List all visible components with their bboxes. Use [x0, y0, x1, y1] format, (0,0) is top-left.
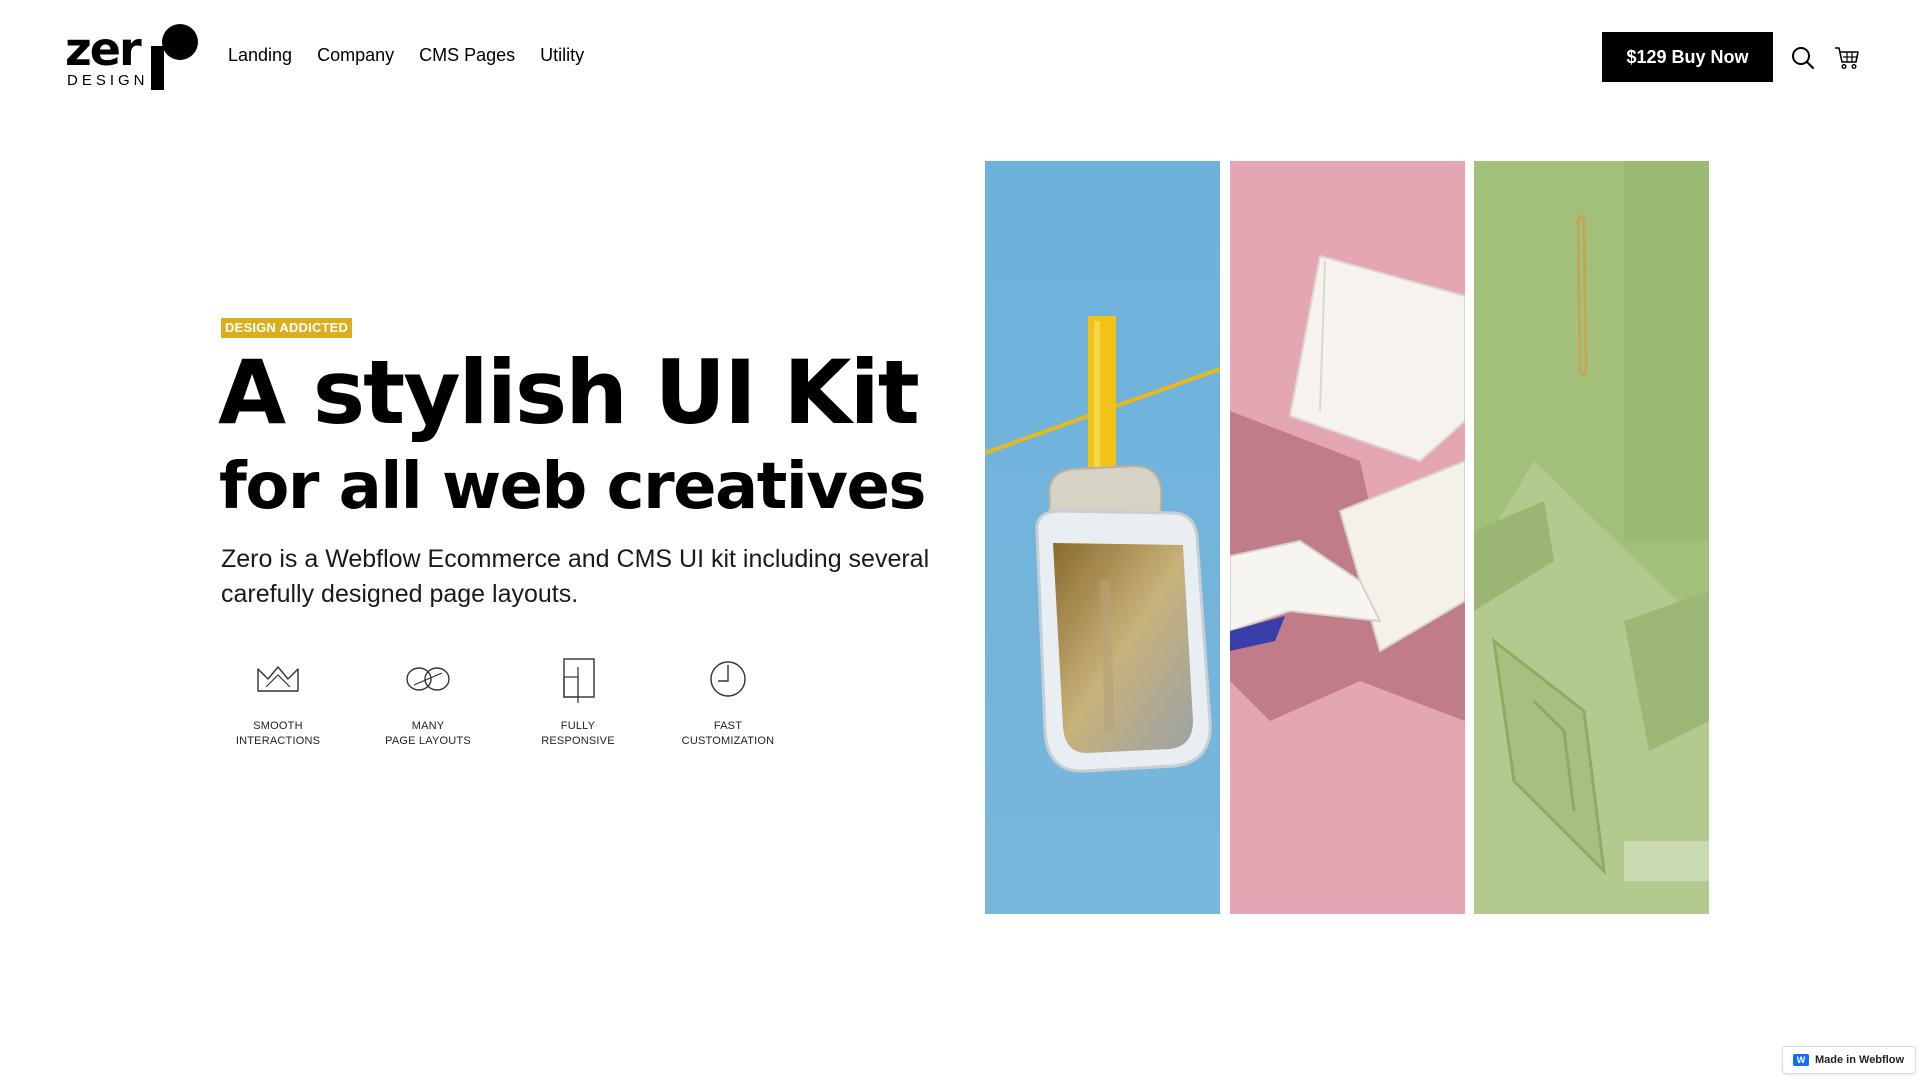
- responsive-icon: [554, 655, 602, 703]
- nav-landing[interactable]: Landing: [228, 45, 292, 66]
- nav-utility[interactable]: Utility: [540, 45, 584, 66]
- feature-fast-customization: FAST CUSTOMIZATION: [653, 655, 803, 749]
- webflow-icon: W: [1793, 1054, 1809, 1066]
- page: zer DESIGN Landing Company CMS Pages Uti…: [0, 0, 1920, 1080]
- hero-title: A stylish UI Kit: [218, 341, 920, 444]
- logo[interactable]: zer DESIGN: [65, 22, 198, 90]
- search-icon[interactable]: [1789, 44, 1817, 72]
- feature-label: MANY PAGE LAYOUTS: [385, 720, 471, 747]
- paper-clip-image: [1474, 161, 1709, 914]
- logo-stem: [151, 46, 164, 90]
- cart-icon[interactable]: [1833, 44, 1861, 72]
- feature-list: SMOOTH INTERACTIONS MANY PAGE LAYOUTS FU…: [203, 655, 803, 749]
- feature-label: FULLY RESPONSIVE: [541, 720, 615, 747]
- nav-company[interactable]: Company: [317, 45, 394, 66]
- logo-subtitle: DESIGN: [67, 72, 149, 89]
- logo-dot: [162, 24, 198, 60]
- feature-label: FAST CUSTOMIZATION: [681, 720, 775, 747]
- buy-now-button[interactable]: $129 Buy Now: [1602, 32, 1773, 82]
- feature-label: SMOOTH INTERACTIONS: [235, 720, 321, 747]
- main-nav: Landing Company CMS Pages Utility: [228, 45, 584, 66]
- hero-subtitle: for all web creatives: [219, 450, 926, 524]
- feature-smooth-interactions: SMOOTH INTERACTIONS: [203, 655, 353, 749]
- books-image: [1230, 161, 1465, 914]
- infinity-icon: [404, 655, 452, 703]
- header: zer DESIGN Landing Company CMS Pages Uti…: [0, 0, 1920, 115]
- sardine-can-image: [985, 161, 1220, 914]
- feature-many-page-layouts: MANY PAGE LAYOUTS: [353, 655, 503, 749]
- logo-wordmark: zer: [65, 22, 142, 76]
- crown-icon: [254, 655, 302, 703]
- feature-fully-responsive: FULLY RESPONSIVE: [503, 655, 653, 749]
- badge-label: Made in Webflow: [1815, 1054, 1905, 1066]
- made-in-webflow-badge[interactable]: W Made in Webflow: [1782, 1046, 1916, 1074]
- design-addicted-tag: DESIGN ADDICTED: [221, 318, 353, 338]
- hero-description: Zero is a Webflow Ecommerce and CMS UI k…: [221, 545, 930, 608]
- nav-cms-pages[interactable]: CMS Pages: [419, 45, 515, 66]
- clock-icon: [704, 655, 752, 703]
